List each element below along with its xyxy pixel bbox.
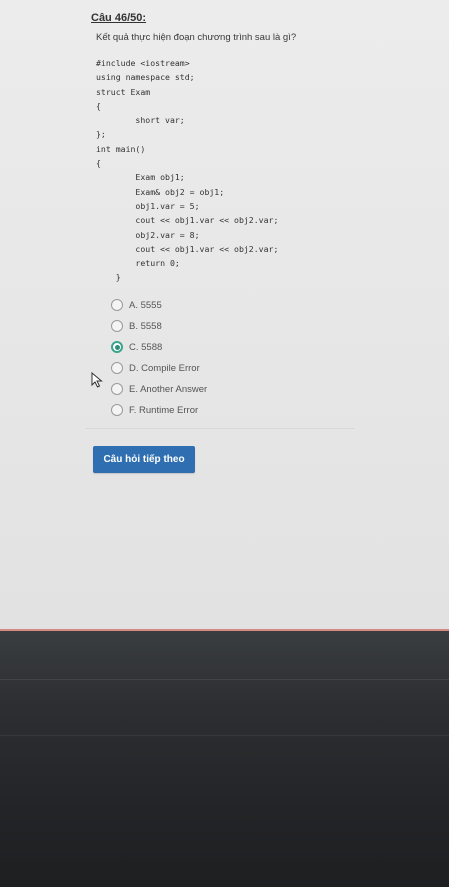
- radio-icon[interactable]: [111, 320, 123, 332]
- option-label: A. 5555: [129, 299, 162, 311]
- code-line: }: [96, 272, 121, 283]
- option-label: D. Compile Error: [129, 362, 200, 374]
- code-line: int main(): [96, 143, 146, 154]
- code-line: cout << obj1.var << obj2.var;: [96, 243, 279, 254]
- code-line: cout << obj1.var << obj2.var;: [96, 215, 279, 226]
- code-line: {: [96, 158, 101, 169]
- code-line: {: [96, 100, 101, 111]
- next-question-button[interactable]: Câu hỏi tiếp theo: [93, 446, 195, 473]
- option-d[interactable]: D. Compile Error: [111, 360, 271, 376]
- code-line: #include <iostream>: [96, 58, 190, 68]
- option-label: E. Another Answer: [129, 383, 208, 395]
- question-number: Câu 46/50:: [91, 12, 147, 24]
- code-block: #include <iostream> using namespace std; s…: [96, 56, 278, 285]
- option-f[interactable]: F. Runtime Error: [111, 402, 271, 418]
- radio-icon[interactable]: [111, 404, 123, 416]
- code-line: Exam obj1;: [96, 172, 185, 183]
- radio-icon[interactable]: [111, 299, 123, 311]
- option-a[interactable]: A. 5555: [111, 297, 271, 313]
- code-line: using namespace std;: [96, 72, 195, 83]
- option-e[interactable]: E. Another Answer: [111, 381, 271, 397]
- divider: [85, 428, 355, 429]
- bezel-seam: [0, 679, 449, 680]
- radio-selected-icon[interactable]: [111, 341, 123, 353]
- option-label: F. Runtime Error: [129, 404, 199, 416]
- mouse-cursor-icon: [91, 372, 103, 388]
- radio-icon[interactable]: [111, 383, 123, 395]
- code-line: Exam& obj2 = obj1;: [96, 186, 225, 197]
- quiz-page: Câu 46/50: Kết quả thực hiện đoạn chương…: [0, 0, 449, 630]
- option-b[interactable]: B. 5558: [111, 318, 271, 334]
- code-line: short var;: [96, 115, 185, 126]
- option-c[interactable]: C. 5588: [111, 339, 271, 355]
- code-line: };: [96, 129, 106, 140]
- code-line: struct Exam: [96, 86, 151, 97]
- option-label: B. 5558: [129, 320, 162, 332]
- code-line: obj2.var = 8;: [96, 229, 200, 240]
- radio-icon[interactable]: [111, 362, 123, 374]
- monitor-bezel: [0, 631, 449, 887]
- option-label: C. 5588: [129, 341, 163, 353]
- bezel-seam: [0, 735, 449, 736]
- code-line: obj1.var = 5;: [96, 200, 200, 211]
- question-text: Kết quả thực hiện đoạn chương trình sau …: [96, 32, 297, 43]
- code-line: return 0;: [96, 258, 180, 269]
